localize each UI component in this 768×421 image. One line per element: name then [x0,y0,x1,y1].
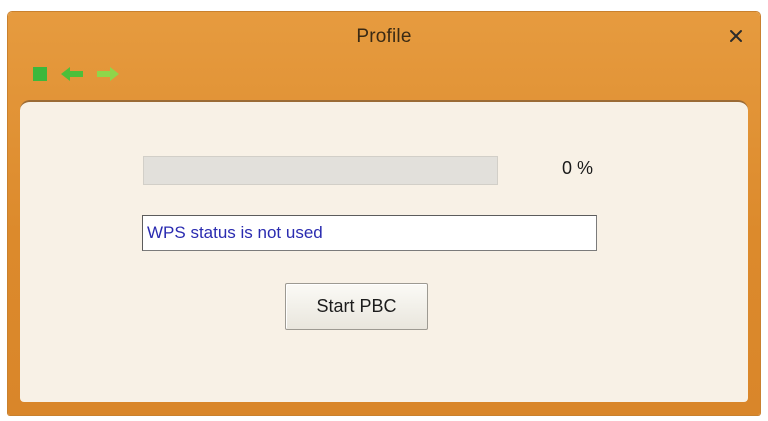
wps-progress-bar [143,156,498,185]
wps-status-field: WPS status is not used [142,215,597,251]
close-icon [730,30,742,42]
window-title: Profile [356,26,412,47]
toolbar [31,65,121,83]
profile-window: Profile [8,12,760,415]
content-panel [20,100,748,402]
close-button[interactable] [724,24,748,48]
forward-arrow-icon[interactable] [95,65,121,83]
back-arrow-icon[interactable] [59,65,85,83]
start-pbc-button[interactable]: Start PBC [285,283,428,330]
stop-icon[interactable] [31,65,49,83]
progress-percent-label: 0 % [562,158,594,178]
